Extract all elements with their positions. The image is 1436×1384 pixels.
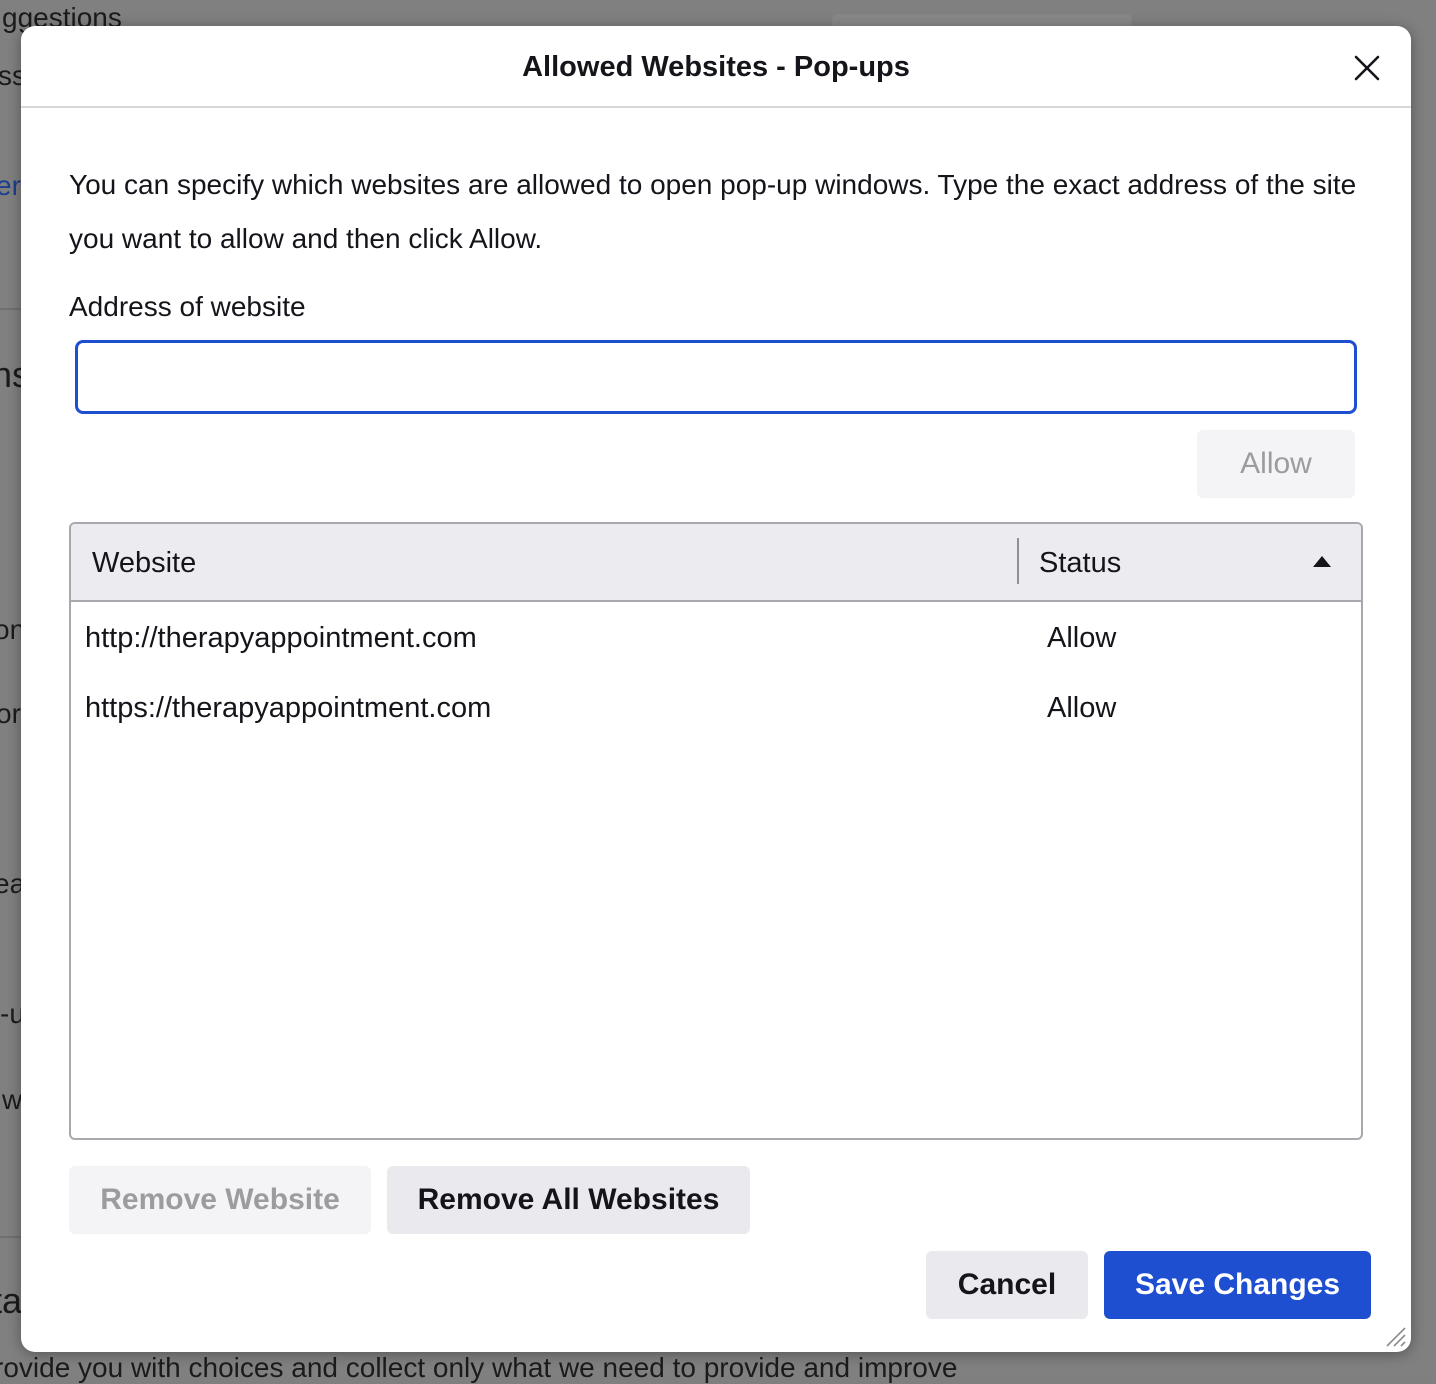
dialog-title: Allowed Websites - Pop-ups: [522, 51, 910, 83]
status-cell: Allow: [1047, 622, 1117, 654]
sort-ascending-icon: [1313, 556, 1331, 568]
dialog-description: You can specify which websites are allow…: [69, 169, 1357, 254]
allowed-websites-dialog: Allowed Websites - Pop-ups You can speci…: [21, 26, 1411, 1352]
column-header-website[interactable]: Website: [92, 524, 196, 602]
address-input[interactable]: [75, 340, 1357, 414]
resize-grip-icon[interactable]: [1383, 1324, 1407, 1348]
cancel-button[interactable]: Cancel: [926, 1251, 1088, 1319]
background-text: or: [0, 698, 21, 729]
table-body: http://therapyappointment.com Allow http…: [71, 602, 1361, 742]
address-label: Address of website: [69, 291, 306, 322]
status-cell: Allow: [1047, 692, 1117, 724]
background-divider: [0, 1236, 21, 1238]
websites-table: Website Status http://therapyappointment…: [69, 522, 1363, 1140]
table-header: Website Status: [71, 524, 1361, 602]
website-cell: http://therapyappointment.com: [85, 622, 477, 654]
background-divider: [0, 308, 21, 310]
save-changes-button[interactable]: Save Changes: [1104, 1251, 1371, 1319]
background-text: ta: [0, 1280, 23, 1321]
allow-button[interactable]: Allow: [1197, 430, 1355, 498]
background-text: w: [2, 1084, 23, 1115]
remove-all-websites-button[interactable]: Remove All Websites: [387, 1166, 750, 1234]
dialog-titlebar: Allowed Websites - Pop-ups: [21, 26, 1411, 108]
column-header-status[interactable]: Status: [1039, 524, 1121, 602]
table-row[interactable]: http://therapyappointment.com Allow: [71, 602, 1361, 672]
table-row[interactable]: https://therapyappointment.com Allow: [71, 672, 1361, 742]
website-cell: https://therapyappointment.com: [85, 692, 492, 724]
close-button[interactable]: [1345, 46, 1389, 90]
close-icon: [1345, 46, 1389, 90]
column-divider[interactable]: [1017, 538, 1019, 584]
remove-website-button[interactable]: Remove Website: [69, 1166, 371, 1234]
background-text: rovide you with choices and collect only…: [0, 1352, 958, 1383]
